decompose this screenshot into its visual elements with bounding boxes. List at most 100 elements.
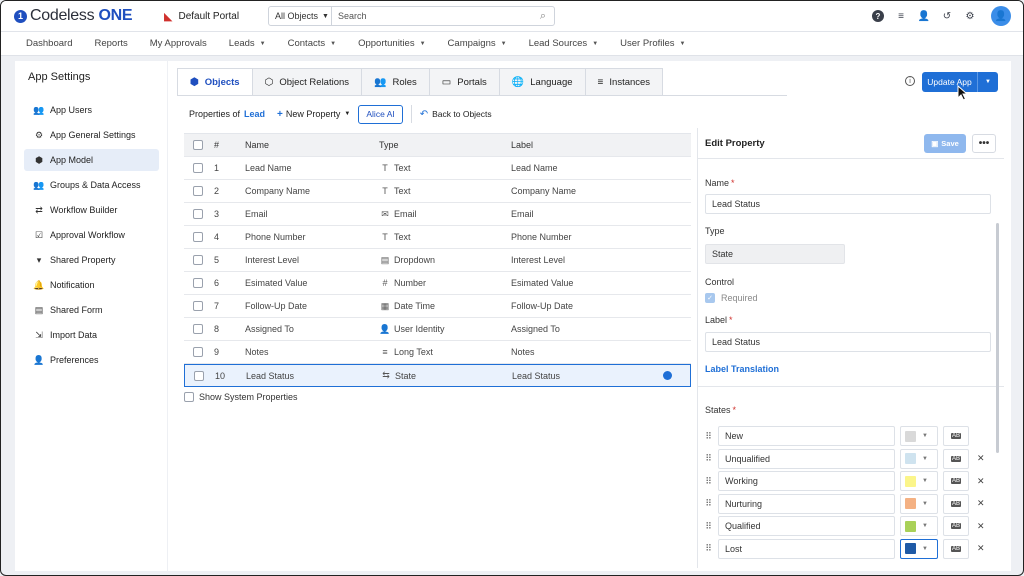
state-color-picker[interactable]: ▼ [900, 516, 938, 536]
drag-handle-icon[interactable]: ⠿ [702, 498, 715, 509]
tab-4[interactable]: 🌐 Language [499, 68, 586, 96]
search-input[interactable] [332, 11, 532, 21]
state-tag-button[interactable]: AB [943, 538, 969, 559]
label-input[interactable]: Lead Status [705, 332, 991, 352]
table-row[interactable]: 5 Interest Level ▤ Dropdown Interest Level [184, 249, 691, 272]
history-icon[interactable]: ↺ [941, 10, 953, 22]
state-color-picker[interactable]: ▼ [900, 538, 938, 559]
drag-handle-icon[interactable]: ⠿ [702, 543, 715, 554]
tab-1[interactable]: ⬡ Object Relations [252, 68, 363, 96]
nav-item-1[interactable]: Reports [94, 38, 127, 49]
panel-scrollbar[interactable] [996, 223, 999, 453]
row-checkbox[interactable] [194, 370, 204, 381]
close-icon[interactable]: ✕ [977, 543, 985, 554]
header-name[interactable]: Name [245, 140, 379, 150]
table-row[interactable]: 1 Lead Name T Text Lead Name [184, 157, 691, 180]
table-row[interactable]: 4 Phone Number T Text Phone Number [184, 226, 691, 249]
sidebar-item-10[interactable]: 👤 Preferences [24, 349, 159, 371]
state-tag-button[interactable]: AB [943, 516, 969, 536]
state-color-picker[interactable]: ▼ [900, 448, 938, 469]
save-button[interactable]: ▣ Save [924, 134, 966, 153]
search-scope-select[interactable]: All Objects ▼ [269, 7, 332, 25]
tab-2[interactable]: 👥 Roles [362, 68, 430, 96]
nav-item-8[interactable]: User Profiles ▼ [620, 38, 685, 49]
nav-item-5[interactable]: Opportunities ▼ [358, 38, 425, 49]
drag-handle-icon[interactable]: ⠿ [702, 453, 715, 464]
state-color-picker[interactable]: ▼ [900, 493, 938, 514]
state-tag-button[interactable]: AB [943, 448, 969, 469]
nav-item-6[interactable]: Campaigns ▼ [448, 38, 507, 49]
row-checkbox[interactable] [193, 301, 203, 311]
close-icon[interactable]: ✕ [977, 521, 985, 532]
row-checkbox[interactable] [193, 163, 203, 173]
more-options-button[interactable]: ••• [972, 134, 996, 153]
new-property-button[interactable]: + New Property ▼ [277, 109, 350, 120]
tab-0[interactable]: ⬢ Objects [177, 68, 253, 96]
info-icon[interactable]: i [905, 76, 915, 86]
nav-item-4[interactable]: Contacts ▼ [288, 38, 336, 49]
tab-3[interactable]: ▭ Portals [429, 68, 500, 96]
nav-item-0[interactable]: Dashboard [26, 38, 72, 49]
nav-item-3[interactable]: Leads ▼ [229, 38, 266, 49]
show-system-checkbox[interactable] [184, 392, 194, 402]
back-to-objects-button[interactable]: ↶ Back to Objects [420, 109, 492, 120]
state-name-input[interactable]: Lost [718, 538, 895, 559]
gear-icon[interactable]: ⚙ [964, 10, 976, 22]
row-checkbox[interactable] [193, 324, 203, 334]
state-name-input[interactable]: Working [718, 471, 895, 491]
sidebar-item-3[interactable]: 👥 Groups & Data Access [24, 174, 159, 196]
row-checkbox[interactable] [193, 186, 203, 196]
state-name-input[interactable]: Unqualified [718, 448, 895, 469]
drag-handle-icon[interactable]: ⠿ [702, 476, 715, 487]
drag-handle-icon[interactable]: ⠿ [702, 431, 715, 442]
sidebar-item-6[interactable]: ▾ Shared Property [24, 249, 159, 271]
database-icon[interactable]: ≡ [895, 10, 907, 22]
state-name-input[interactable]: Qualified [718, 516, 895, 536]
nav-item-7[interactable]: Lead Sources ▼ [529, 38, 599, 49]
sidebar-item-9[interactable]: ⇲ Import Data [24, 324, 159, 346]
close-icon[interactable]: ✕ [977, 476, 985, 487]
alice-ai-button[interactable]: Alice AI [358, 104, 403, 124]
required-checkbox[interactable]: ✓ Required [705, 293, 758, 303]
avatar[interactable]: 👤 [991, 6, 1011, 26]
state-name-input[interactable]: New [718, 426, 895, 446]
sidebar-item-0[interactable]: 👥 App Users [24, 99, 159, 121]
table-row[interactable]: 3 Email ✉ Email Email [184, 203, 691, 226]
row-checkbox[interactable] [193, 278, 203, 288]
portal-switcher[interactable]: ◣ Default Portal [164, 10, 264, 23]
label-translation-link[interactable]: Label Translation [705, 364, 779, 374]
row-checkbox[interactable] [193, 232, 203, 242]
sidebar-item-5[interactable]: ☑ Approval Workflow [24, 224, 159, 246]
sidebar-item-7[interactable]: 🔔 Notification [24, 274, 159, 296]
sidebar-item-8[interactable]: ▤ Shared Form [24, 299, 159, 321]
header-label[interactable]: Label [511, 140, 651, 150]
close-icon[interactable]: ✕ [977, 498, 985, 509]
header-number[interactable]: # [212, 140, 245, 150]
object-name-link[interactable]: Lead [244, 109, 265, 119]
app-logo[interactable]: 1 Codeless ONE [14, 7, 154, 25]
header-type[interactable]: Type [379, 140, 511, 150]
table-row[interactable]: 8 Assigned To 👤 User Identity Assigned To [184, 318, 691, 341]
name-input[interactable]: Lead Status [705, 194, 991, 214]
nav-item-2[interactable]: My Approvals [150, 38, 207, 49]
table-row[interactable]: 6 Esimated Value # Number Esimated Value [184, 272, 691, 295]
chevron-down-icon[interactable]: ▼ [978, 79, 998, 85]
search-icon[interactable]: ⌕ [532, 10, 554, 23]
row-checkbox[interactable] [193, 209, 203, 219]
show-system-properties[interactable]: Show System Properties [184, 392, 298, 402]
drag-handle-icon[interactable]: ⠿ [702, 521, 715, 532]
state-tag-button[interactable]: AB [943, 426, 969, 446]
close-icon[interactable]: ✕ [977, 453, 985, 464]
table-row[interactable]: 7 Follow-Up Date ▦ Date Time Follow-Up Date [184, 295, 691, 318]
state-tag-button[interactable]: AB [943, 493, 969, 514]
add-user-icon[interactable]: 👤 [918, 10, 930, 22]
table-row[interactable]: 9 Notes ≡ Long Text Notes [184, 341, 691, 364]
row-checkbox[interactable] [193, 255, 203, 265]
state-color-picker[interactable]: ▼ [900, 471, 938, 491]
table-row[interactable]: 10 Lead Status ⇆ State Lead Status [184, 364, 691, 387]
tab-5[interactable]: ≡ Instances [585, 68, 664, 96]
state-tag-button[interactable]: AB [943, 471, 969, 491]
sidebar-item-1[interactable]: ⚙ App General Settings [24, 124, 159, 146]
state-name-input[interactable]: Nurturing [718, 493, 895, 514]
sidebar-item-4[interactable]: ⇄ Workflow Builder [24, 199, 159, 221]
